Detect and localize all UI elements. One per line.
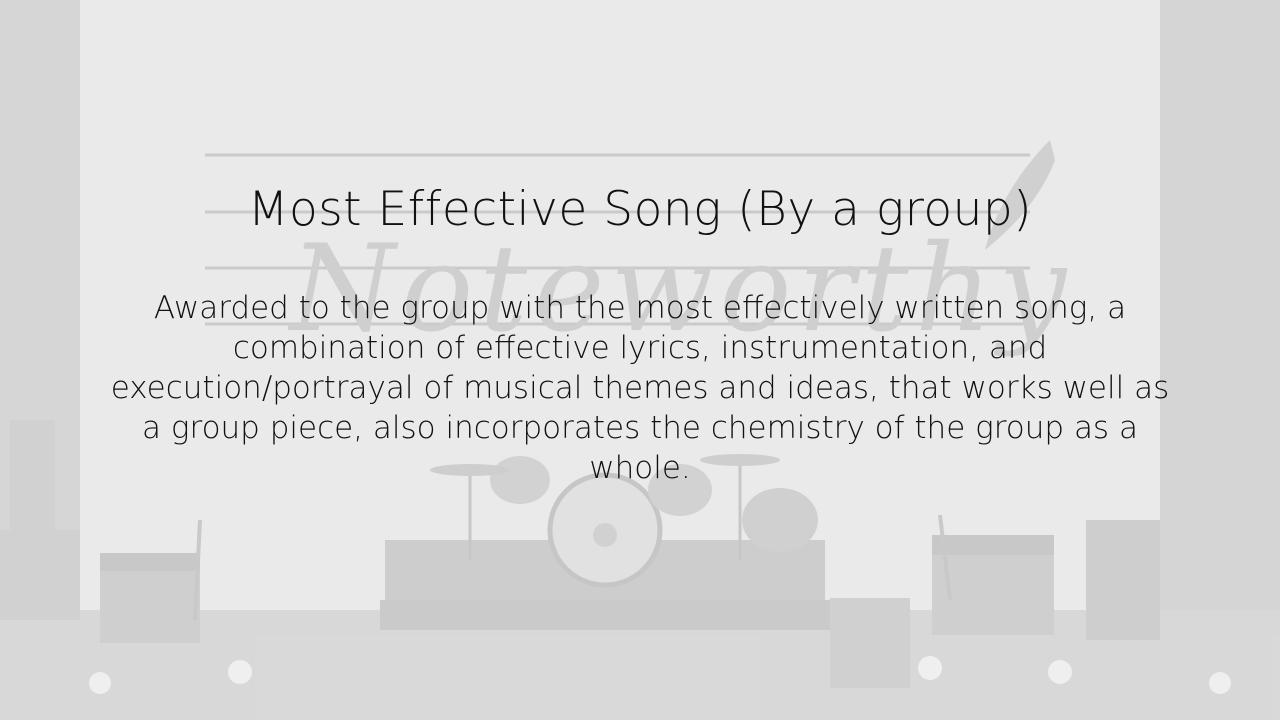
slide: Noteworthy Most Effective Song (By a gro… [0,0,1280,720]
slide-title: Most Effective Song (By a group) [247,182,1033,237]
award-description: Awarded to the group with the most effec… [110,290,1170,486]
